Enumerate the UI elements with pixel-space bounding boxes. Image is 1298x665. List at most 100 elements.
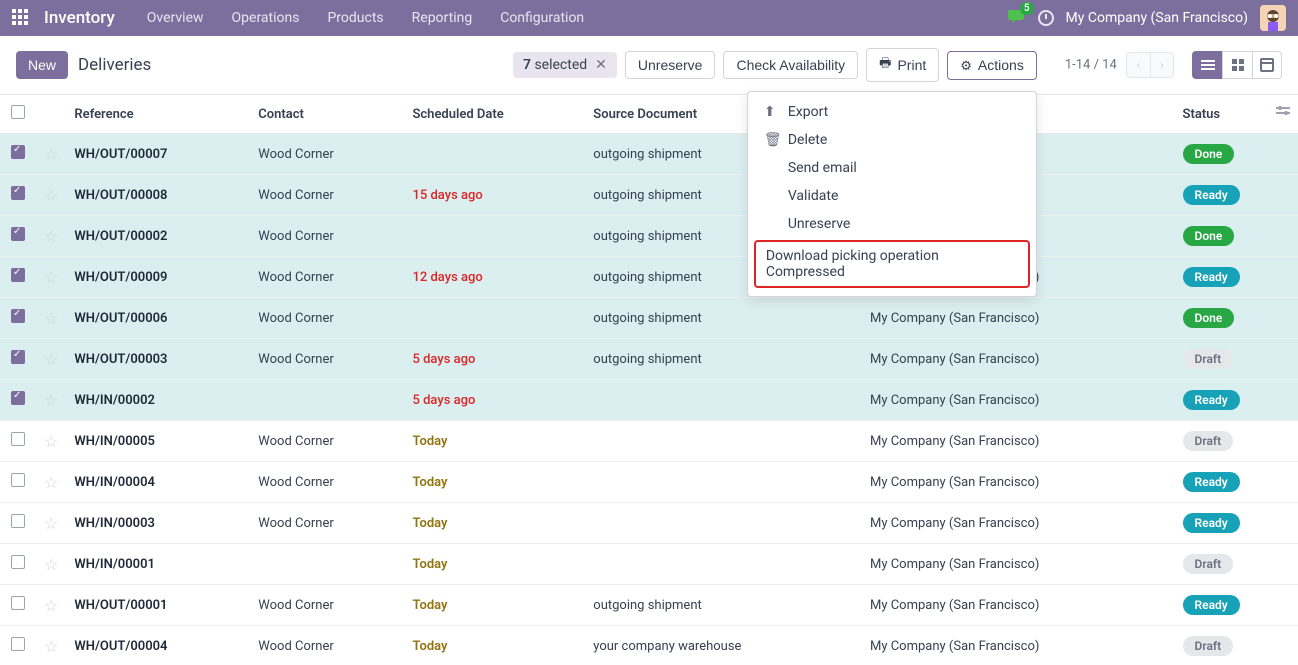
action-unreserve[interactable]: Unreserve [748, 210, 1036, 238]
clock-icon[interactable] [1038, 10, 1054, 26]
chat-icon[interactable]: 5 [1008, 8, 1026, 28]
row-checkbox[interactable] [11, 596, 25, 610]
row-checkbox[interactable] [11, 227, 25, 241]
status-badge: Done [1183, 226, 1235, 246]
print-button[interactable]: Print [866, 48, 939, 82]
status-badge: Ready [1183, 513, 1240, 533]
col-reference[interactable]: Reference [66, 95, 250, 134]
pager-next-button[interactable]: › [1150, 52, 1174, 78]
row-checkbox[interactable] [11, 350, 25, 364]
row-contact: Wood Corner [258, 475, 333, 490]
row-checkbox[interactable] [11, 186, 25, 200]
row-contact: Wood Corner [258, 639, 333, 654]
star-icon[interactable]: ☆ [44, 186, 58, 205]
table-row[interactable]: ☆ WH/IN/00004 Wood Corner Today My Compa… [0, 462, 1298, 503]
row-scheduled-date: Today [412, 516, 447, 531]
table-row[interactable]: ☆ WH/IN/00005 Wood Corner Today My Compa… [0, 421, 1298, 462]
new-button[interactable]: New [16, 51, 68, 79]
table-wrap: Reference Contact Scheduled Date Source … [0, 95, 1298, 665]
star-icon[interactable]: ☆ [44, 391, 58, 410]
row-checkbox[interactable] [11, 514, 25, 528]
nav-reporting[interactable]: Reporting [402, 0, 483, 36]
action-export[interactable]: ⬆ Export [748, 98, 1036, 126]
row-company: My Company (San Francisco) [870, 598, 1039, 613]
row-company: My Company (San Francisco) [870, 475, 1039, 490]
nav-configuration[interactable]: Configuration [490, 0, 594, 36]
col-scheduled-date[interactable]: Scheduled Date [404, 95, 585, 134]
star-icon[interactable]: ☆ [44, 514, 58, 533]
row-reference: WH/IN/00004 [74, 475, 155, 490]
column-options-icon[interactable] [1276, 107, 1290, 114]
star-icon[interactable]: ☆ [44, 596, 58, 615]
row-checkbox[interactable] [11, 473, 25, 487]
row-checkbox[interactable] [11, 145, 25, 159]
actions-label: Actions [978, 57, 1024, 73]
action-delete[interactable]: 🗑 Delete [748, 126, 1036, 154]
company-name[interactable]: My Company (San Francisco) [1066, 10, 1248, 26]
row-reference: WH/OUT/00002 [74, 229, 167, 244]
row-checkbox[interactable] [11, 637, 25, 651]
chat-badge: 5 [1020, 2, 1034, 15]
view-kanban-button[interactable] [1222, 51, 1252, 79]
table-row[interactable]: ☆ WH/IN/00002 5 days ago My Company (San… [0, 380, 1298, 421]
nav-operations[interactable]: Operations [222, 0, 310, 36]
table-row[interactable]: ☆ WH/IN/00003 Wood Corner Today My Compa… [0, 503, 1298, 544]
action-delete-label: Delete [788, 132, 827, 148]
navbar: Inventory Overview Operations Products R… [0, 0, 1298, 36]
view-calendar-button[interactable] [1252, 51, 1282, 79]
row-contact: Wood Corner [258, 516, 333, 531]
row-checkbox[interactable] [11, 309, 25, 323]
action-download-compressed[interactable]: Download picking operation Compressed [754, 240, 1030, 288]
star-icon[interactable]: ☆ [44, 227, 58, 246]
table-row[interactable]: ☆ WH/OUT/00002 Wood Corner outgoing ship… [0, 216, 1298, 257]
action-validate[interactable]: Validate [748, 182, 1036, 210]
clear-selection-icon[interactable]: ✕ [595, 57, 607, 73]
row-contact: Wood Corner [258, 147, 333, 162]
table-row[interactable]: ☆ WH/OUT/00009 Wood Corner 12 days ago o… [0, 257, 1298, 298]
star-icon[interactable]: ☆ [44, 268, 58, 287]
row-source-document: outgoing shipment [593, 229, 701, 244]
deliveries-table: Reference Contact Scheduled Date Source … [0, 95, 1298, 665]
star-icon[interactable]: ☆ [44, 145, 58, 164]
apps-icon[interactable] [12, 9, 30, 27]
table-row[interactable]: ☆ WH/IN/00001 Today My Company (San Fran… [0, 544, 1298, 585]
select-all-checkbox[interactable] [11, 105, 25, 119]
row-checkbox[interactable] [11, 555, 25, 569]
table-row[interactable]: ☆ WH/OUT/00008 Wood Corner 15 days ago o… [0, 175, 1298, 216]
action-validate-label: Validate [788, 188, 839, 204]
actions-button[interactable]: Actions [947, 51, 1037, 80]
pager-prev-button[interactable]: ‹ [1126, 52, 1150, 78]
table-row[interactable]: ☆ WH/OUT/00007 Wood Corner outgoing ship… [0, 134, 1298, 175]
row-checkbox[interactable] [11, 391, 25, 405]
row-contact: Wood Corner [258, 270, 333, 285]
nav-overview[interactable]: Overview [137, 0, 214, 36]
row-scheduled-date: Today [412, 475, 447, 490]
col-contact[interactable]: Contact [250, 95, 404, 134]
unreserve-button[interactable]: Unreserve [625, 51, 716, 79]
table-row[interactable]: ☆ WH/OUT/00006 Wood Corner outgoing ship… [0, 298, 1298, 339]
status-badge: Done [1183, 308, 1235, 328]
star-icon[interactable]: ☆ [44, 555, 58, 574]
check-availability-button[interactable]: Check Availability [723, 51, 858, 79]
row-reference: WH/IN/00001 [74, 557, 155, 572]
row-checkbox[interactable] [11, 268, 25, 282]
star-icon[interactable]: ☆ [44, 637, 58, 656]
view-list-button[interactable] [1192, 51, 1222, 79]
col-status[interactable]: Status [1175, 95, 1298, 134]
status-badge: Draft [1183, 349, 1234, 369]
actions-dropdown-wrap: Actions ⬆ Export 🗑 Delete Send email Val [947, 51, 1037, 80]
row-contact: Wood Corner [258, 434, 333, 449]
avatar[interactable] [1260, 5, 1286, 31]
star-icon[interactable]: ☆ [44, 473, 58, 492]
row-company: My Company (San Francisco) [870, 557, 1039, 572]
star-icon[interactable]: ☆ [44, 309, 58, 328]
table-row[interactable]: ☆ WH/OUT/00004 Wood Corner Today your co… [0, 626, 1298, 665]
table-row[interactable]: ☆ WH/OUT/00001 Wood Corner Today outgoin… [0, 585, 1298, 626]
app-title[interactable]: Inventory [44, 8, 115, 28]
star-icon[interactable]: ☆ [44, 432, 58, 451]
table-row[interactable]: ☆ WH/OUT/00003 Wood Corner 5 days ago ou… [0, 339, 1298, 380]
nav-products[interactable]: Products [317, 0, 393, 36]
action-send-email[interactable]: Send email [748, 154, 1036, 182]
row-checkbox[interactable] [11, 432, 25, 446]
star-icon[interactable]: ☆ [44, 350, 58, 369]
